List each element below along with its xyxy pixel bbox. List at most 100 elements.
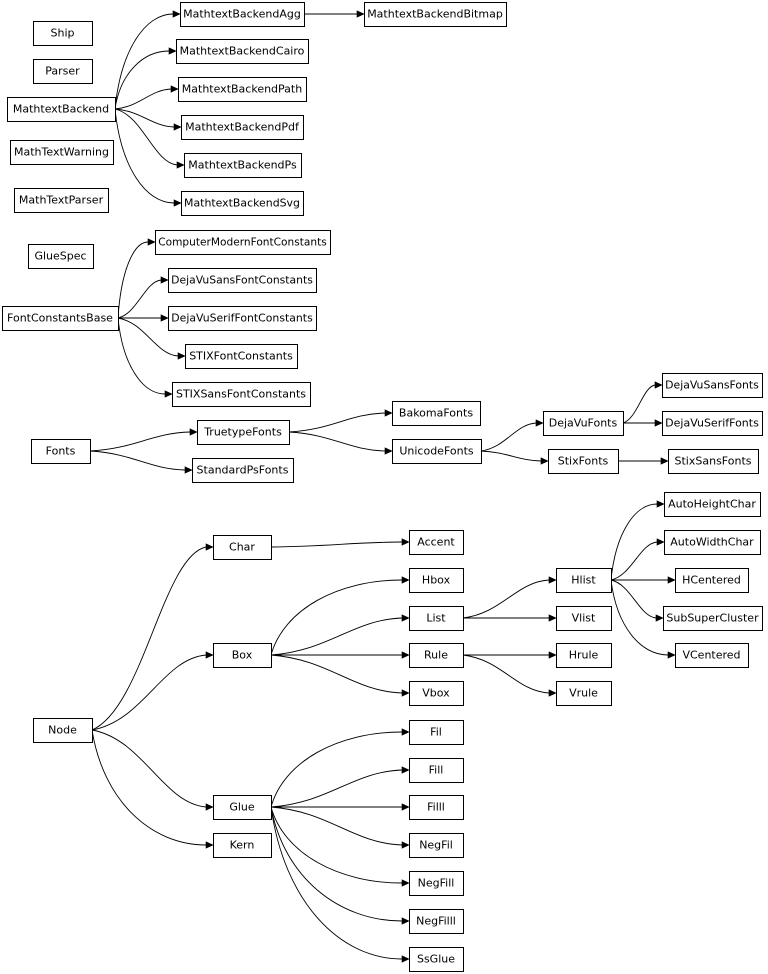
class-node-glue[interactable]: Glue (213, 795, 272, 820)
edge-arrowhead (401, 917, 410, 925)
class-node-label: MathtextBackend (13, 103, 109, 116)
inheritance-edge (114, 108, 182, 207)
class-node-label: Fonts (46, 445, 76, 458)
class-node-mathtextbackendps[interactable]: MathtextBackendPs (184, 153, 302, 178)
class-node-label: AutoWidthChar (670, 536, 754, 549)
class-node-accent[interactable]: Accent (409, 530, 464, 555)
class-node-ssglue[interactable]: SsGlue (409, 947, 464, 972)
edge-arrowhead (384, 409, 393, 417)
class-node-filll[interactable]: Filll (409, 795, 464, 820)
class-node-mathtextparser[interactable]: MathTextParser (14, 188, 109, 213)
inheritance-edge (622, 381, 663, 424)
edge-arrowhead (160, 314, 169, 322)
class-node-mathtextbackendpdf[interactable]: MathtextBackendPdf (181, 115, 304, 140)
class-node-fil[interactable]: Fil (409, 720, 464, 745)
class-node-parser[interactable]: Parser (33, 59, 93, 84)
class-node-hbox[interactable]: Hbox (409, 568, 464, 593)
class-node-stixsansfontconstants[interactable]: STIXSansFontConstants (172, 382, 311, 407)
class-node-vrule[interactable]: Vrule (556, 681, 612, 706)
class-node-label: HCentered (682, 574, 741, 587)
edge-arrowhead (173, 199, 182, 207)
class-node-dejavufonts[interactable]: DejaVuFonts (543, 411, 624, 436)
inheritance-edge (623, 419, 663, 427)
class-node-kern[interactable]: Kern (213, 833, 272, 858)
class-node-hlist[interactable]: Hlist (556, 568, 612, 593)
inheritance-edge (270, 576, 410, 656)
inheritance-edge (610, 500, 665, 581)
class-node-rule[interactable]: Rule (409, 643, 464, 668)
class-node-label: Hbox (422, 574, 451, 587)
class-node-vcentered[interactable]: VCentered (675, 643, 749, 668)
class-node-label: Box (232, 649, 253, 662)
class-node-box[interactable]: Box (213, 643, 272, 668)
class-node-list[interactable]: List (409, 606, 464, 631)
class-node-dejavusansfonts[interactable]: DejaVuSansFonts (662, 373, 763, 398)
inheritance-edge (463, 651, 557, 659)
class-node-fill[interactable]: Fill (409, 758, 464, 783)
inheritance-edge (114, 85, 179, 110)
class-node-stixfontconstants[interactable]: STIXFontConstants (185, 344, 298, 369)
inheritance-edge (91, 729, 214, 849)
edge-arrowhead (656, 500, 665, 508)
class-node-gluespec[interactable]: GlueSpec (28, 244, 94, 269)
class-node-ship[interactable]: Ship (33, 21, 93, 46)
class-node-autowidthchar[interactable]: AutoWidthChar (664, 530, 761, 555)
edge-arrowhead (401, 766, 410, 774)
class-node-stixfonts[interactable]: StixFonts (548, 449, 619, 474)
class-node-negfill[interactable]: NegFill (409, 871, 464, 896)
class-node-label: MathtextBackendPs (188, 159, 297, 172)
class-node-mathtextbackendbitmap[interactable]: MathtextBackendBitmap (364, 2, 507, 27)
class-node-fontconstantsbase[interactable]: FontConstantsBase (2, 306, 119, 331)
edge-arrowhead (401, 689, 410, 697)
inheritance-edge (91, 729, 214, 811)
class-node-vlist[interactable]: Vlist (556, 606, 612, 631)
class-node-label: NegFil (419, 839, 453, 852)
class-node-hrule[interactable]: Hrule (556, 643, 612, 668)
class-node-bakomafonts[interactable]: BakomaFonts (392, 401, 481, 426)
class-node-truetypefonts[interactable]: TruetypeFonts (197, 420, 290, 445)
class-node-computermodernfontconstants[interactable]: ComputerModernFontConstants (155, 230, 331, 255)
class-node-node[interactable]: Node (33, 718, 93, 743)
class-node-char[interactable]: Char (213, 535, 272, 560)
class-node-mathtextbackendsvg[interactable]: MathtextBackendSvg (181, 191, 304, 216)
class-node-negfilll[interactable]: NegFilll (409, 909, 464, 934)
class-node-negfil[interactable]: NegFil (409, 833, 464, 858)
inheritance-edge (114, 108, 185, 169)
inheritance-edge (463, 614, 557, 622)
class-node-label: MathtextBackendPdf (185, 121, 300, 134)
class-node-unicodefonts[interactable]: UnicodeFonts (392, 439, 482, 464)
class-node-label: Vlist (572, 612, 596, 625)
class-node-dejavuseriffonts[interactable]: DejaVuSerifFonts (662, 411, 763, 436)
edge-arrowhead (168, 47, 177, 55)
class-node-stixsansfonts[interactable]: StixSansFonts (668, 449, 759, 474)
class-node-label: Char (229, 541, 255, 554)
edge-arrowhead (401, 803, 410, 811)
inheritance-edge (270, 806, 410, 925)
class-node-standardpsfonts[interactable]: StandardPsFonts (192, 458, 294, 483)
class-node-label: Hlist (571, 574, 596, 587)
class-node-dejavusansfontconstants[interactable]: DejaVuSansFontConstants (168, 268, 317, 293)
class-node-mathtextbackend[interactable]: MathtextBackend (7, 97, 116, 122)
class-node-label: STIXSansFontConstants (176, 388, 306, 401)
class-node-label: SubSuperCluster (666, 612, 759, 625)
class-node-mathtextwarning[interactable]: MathTextWarning (10, 140, 114, 165)
inheritance-edge (270, 538, 410, 548)
class-node-mathtextbackendcairo[interactable]: MathtextBackendCairo (176, 39, 309, 64)
inheritance-edge (618, 457, 669, 465)
class-node-fonts[interactable]: Fonts (31, 439, 91, 464)
class-node-vbox[interactable]: Vbox (409, 681, 464, 706)
edges-layer (89, 10, 676, 963)
edge-arrowhead (170, 85, 179, 93)
class-node-label: Fil (430, 726, 442, 739)
class-node-label: AutoHeightChar (668, 498, 756, 511)
class-node-autoheightchar[interactable]: AutoHeightChar (664, 492, 761, 517)
class-node-hcentered[interactable]: HCentered (675, 568, 749, 593)
class-node-dejavuseriffontconstants[interactable]: DejaVuSerifFontConstants (168, 306, 317, 331)
class-node-label: Glue (229, 801, 255, 814)
inheritance-edge (271, 651, 410, 659)
class-node-label: DejaVuSerifFonts (665, 417, 759, 430)
class-node-mathtextbackendagg[interactable]: MathtextBackendAgg (180, 2, 305, 27)
class-node-subsupercluster[interactable]: SubSuperCluster (663, 606, 763, 631)
class-node-mathtextbackendpath[interactable]: MathtextBackendPath (178, 77, 307, 102)
edge-arrowhead (540, 457, 549, 465)
